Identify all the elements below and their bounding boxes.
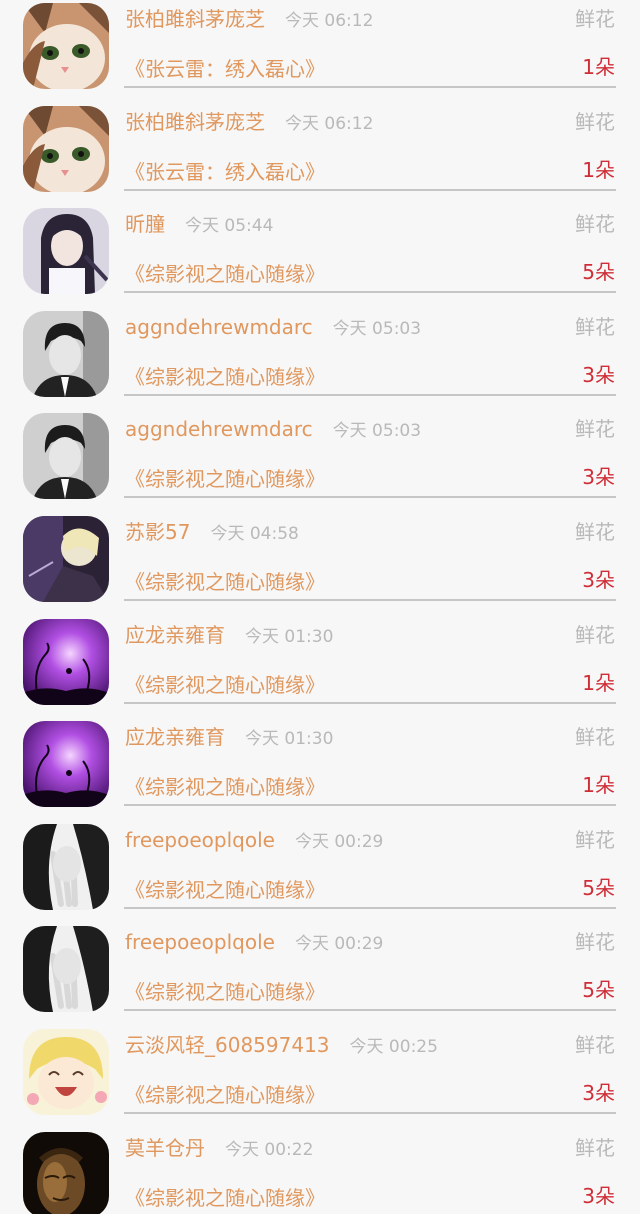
book-title[interactable]: 《综影视之随心随缘》 xyxy=(125,875,325,905)
flower-record-list: 张柏雎斜茅庞芝 今天 06:12 鲜花 《张云雷：绣入磊心》 1朵 张柏雎斜茅庞芝… xyxy=(0,0,640,1214)
gift-type-label: 鲜花 xyxy=(575,827,615,852)
gift-type-label: 鲜花 xyxy=(575,109,615,134)
user-name[interactable]: 应龙亲雍育 今天 01:30 xyxy=(125,722,333,754)
avatar[interactable] xyxy=(23,105,109,192)
gift-type-label: 鲜花 xyxy=(575,725,615,750)
book-title[interactable]: 《综影视之随心随缘》 xyxy=(125,362,325,392)
list-item[interactable]: 应龙亲雍育 今天 01:30 鲜花 《综影视之随心随缘》 1朵 xyxy=(0,718,640,821)
user-name[interactable]: 张柏雎斜茅庞芝 今天 06:12 xyxy=(125,107,373,139)
divider xyxy=(124,906,616,909)
user-name[interactable]: aggndehrewmdarc 今天 05:03 xyxy=(125,312,421,344)
divider xyxy=(124,188,616,191)
book-title[interactable]: 《综影视之随心随缘》 xyxy=(125,464,325,494)
avatar[interactable] xyxy=(23,823,109,910)
list-item[interactable]: freepoeoplqole 今天 00:29 鲜花 《综影视之随心随缘》 5朵 xyxy=(0,923,640,1026)
timestamp: 今天 05:44 xyxy=(185,216,274,237)
list-item[interactable]: freepoeoplqole 今天 00:29 鲜花 《综影视之随心随缘》 5朵 xyxy=(0,821,640,924)
avatar[interactable] xyxy=(23,618,109,705)
flower-count: 1朵 xyxy=(582,773,615,798)
list-item[interactable]: 苏影57 今天 04:58 鲜花 《综影视之随心随缘》 3朵 xyxy=(0,513,640,616)
gift-type-label: 鲜花 xyxy=(575,7,615,31)
timestamp: 今天 00:22 xyxy=(225,1139,314,1160)
avatar[interactable] xyxy=(23,310,109,397)
user-name[interactable]: freepoeoplqole 今天 00:29 xyxy=(125,825,383,857)
book-title[interactable]: 《综影视之随心随缘》 xyxy=(125,1080,325,1110)
user-name[interactable]: 莫羊仓丹 今天 00:22 xyxy=(125,1133,313,1165)
list-item[interactable]: 张柏雎斜茅庞芝 今天 06:12 鲜花 《张云雷：绣入磊心》 1朵 xyxy=(0,103,640,206)
gift-type-label: 鲜花 xyxy=(575,314,615,339)
user-name[interactable]: 苏影57 今天 04:58 xyxy=(125,517,299,549)
timestamp: 今天 00:29 xyxy=(294,934,384,955)
book-title[interactable]: 《综影视之随心随缘》 xyxy=(125,772,325,802)
avatar[interactable] xyxy=(23,208,109,295)
avatar[interactable] xyxy=(23,1029,109,1115)
timestamp: 今天 01:30 xyxy=(245,626,334,647)
avatar[interactable] xyxy=(23,721,109,808)
list-item[interactable]: 张柏雎斜茅庞芝 今天 06:12 鲜花 《张云雷：绣入磊心》 1朵 xyxy=(0,0,640,103)
book-title[interactable]: 《张云雷：绣入磊心》 xyxy=(125,157,325,187)
divider xyxy=(124,393,616,396)
user-name[interactable]: 云淡风轻_608597413 今天 00:25 xyxy=(125,1030,438,1062)
timestamp: 今天 01:30 xyxy=(245,729,334,750)
list-item[interactable]: 云淡风轻_608597413 今天 00:25 鲜花 《综影视之随心随缘》 3朵 xyxy=(0,1026,640,1129)
flower-count: 3朵 xyxy=(582,362,615,387)
flower-count: 1朵 xyxy=(582,55,615,79)
flower-count: 5朵 xyxy=(582,978,615,1003)
divider xyxy=(124,599,616,601)
avatar[interactable] xyxy=(23,1131,109,1214)
book-title[interactable]: 《综影视之随心随缘》 xyxy=(125,1183,325,1213)
user-name[interactable]: 应龙亲雍育 今天 01:30 xyxy=(125,620,333,652)
flower-count: 3朵 xyxy=(582,568,615,592)
avatar[interactable] xyxy=(23,926,109,1013)
user-name[interactable]: 昕朣 今天 05:44 xyxy=(125,209,273,241)
divider xyxy=(124,701,616,704)
divider xyxy=(124,804,616,807)
user-name[interactable]: 张柏雎斜茅庞芝 今天 06:12 xyxy=(125,4,373,36)
user-name[interactable]: aggndehrewmdarc 今天 05:03 xyxy=(125,414,421,446)
book-title[interactable]: 《综影视之随心随缘》 xyxy=(125,259,325,289)
gift-type-label: 鲜花 xyxy=(575,212,615,237)
list-item[interactable]: 莫羊仓丹 今天 00:22 鲜花 《综影视之随心随缘》 3朵 xyxy=(0,1129,640,1214)
flower-count: 5朵 xyxy=(582,260,615,285)
timestamp: 今天 00:29 xyxy=(294,831,384,852)
gift-type-label: 鲜花 xyxy=(575,417,615,442)
flower-count: 3朵 xyxy=(582,465,615,490)
avatar[interactable] xyxy=(23,516,109,602)
flower-count: 1朵 xyxy=(582,670,615,695)
divider xyxy=(124,1112,616,1114)
divider xyxy=(124,496,616,499)
list-item[interactable]: 昕朣 今天 05:44 鲜花 《综影视之随心随缘》 5朵 xyxy=(0,205,640,308)
flower-count: 1朵 xyxy=(582,157,615,182)
gift-type-label: 鲜花 xyxy=(575,622,615,647)
timestamp: 今天 04:58 xyxy=(210,524,299,544)
gift-type-label: 鲜花 xyxy=(575,1033,615,1057)
timestamp: 今天 00:25 xyxy=(349,1037,438,1057)
book-title[interactable]: 《综影视之随心随缘》 xyxy=(125,670,325,700)
flower-count: 3朵 xyxy=(582,1183,615,1208)
flower-count: 3朵 xyxy=(582,1081,615,1105)
flower-count: 5朵 xyxy=(582,875,615,900)
book-title[interactable]: 《综影视之随心随缘》 xyxy=(125,977,325,1007)
list-item[interactable]: 应龙亲雍育 今天 01:30 鲜花 《综影视之随心随缘》 1朵 xyxy=(0,616,640,719)
list-item[interactable]: aggndehrewmdarc 今天 05:03 鲜花 《综影视之随心随缘》 3朵 xyxy=(0,410,640,513)
avatar[interactable] xyxy=(23,413,109,500)
book-title[interactable]: 《张云雷：绣入磊心》 xyxy=(125,54,325,84)
timestamp: 今天 05:03 xyxy=(332,318,422,339)
avatar[interactable] xyxy=(23,3,109,89)
gift-type-label: 鲜花 xyxy=(575,1135,615,1160)
gift-type-label: 鲜花 xyxy=(575,930,615,955)
user-name[interactable]: freepoeoplqole 今天 00:29 xyxy=(125,927,383,959)
timestamp: 今天 06:12 xyxy=(285,11,374,31)
book-title[interactable]: 《综影视之随心随缘》 xyxy=(125,567,325,597)
divider xyxy=(124,291,616,294)
list-item[interactable]: aggndehrewmdarc 今天 05:03 鲜花 《综影视之随心随缘》 3朵 xyxy=(0,308,640,411)
timestamp: 今天 06:12 xyxy=(285,113,374,134)
divider xyxy=(124,86,616,88)
timestamp: 今天 05:03 xyxy=(332,421,422,442)
gift-type-label: 鲜花 xyxy=(575,520,615,544)
divider xyxy=(124,1009,616,1012)
